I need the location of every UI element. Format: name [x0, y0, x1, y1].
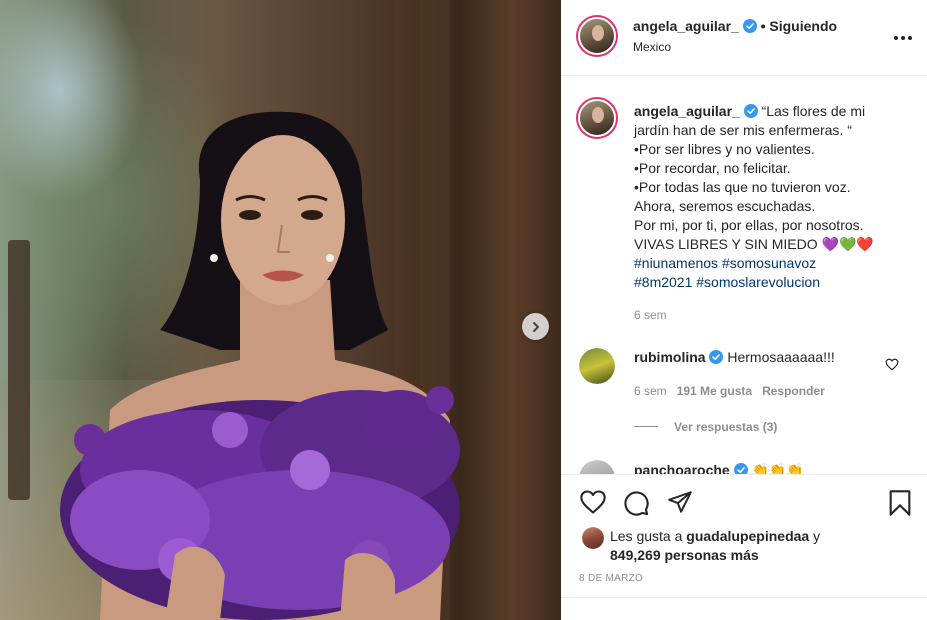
- verified-badge-icon: [733, 463, 748, 474]
- comment-icon[interactable]: [622, 489, 650, 517]
- view-replies-button[interactable]: Ver respuestas (3): [634, 420, 777, 434]
- likes-joiner: y: [813, 528, 821, 544]
- post-date[interactable]: 8 DE MARZO: [579, 573, 643, 584]
- post-location[interactable]: Mexico: [633, 40, 671, 54]
- verified-badge-icon: [742, 19, 757, 33]
- caption-text-line: VIVAS LIBRES Y SIN MIEDO 💜💚❤️: [634, 235, 914, 254]
- header-user-line: angela_aguilar_ • Siguiendo: [633, 18, 837, 34]
- comment-username[interactable]: rubimolina: [634, 349, 706, 365]
- caption-avatar[interactable]: [576, 97, 618, 139]
- comment-like-icon[interactable]: [885, 358, 899, 371]
- comment-meta: 6 sem 191 Me gusta Responder: [634, 384, 825, 398]
- likes-prefix: Les gusta a: [610, 528, 683, 544]
- caption-text-line: Ahora, seremos escuchadas.: [634, 198, 816, 214]
- comment-timestamp[interactable]: 6 sem: [634, 384, 667, 398]
- post-actions: Les gusta a guadalupepinedaa y 849,269 p…: [561, 474, 927, 620]
- comment-text: Hermosaaaaaa!!!: [727, 349, 835, 365]
- liker-avatar[interactable]: [582, 527, 604, 549]
- comment-username[interactable]: panchoaroche: [634, 462, 730, 474]
- comment-likes[interactable]: 191 Me gusta: [677, 384, 752, 398]
- photo-subject: [60, 111, 460, 620]
- likes-summary: Les gusta a guadalupepinedaa y 849,269 p…: [610, 527, 820, 565]
- caption-username[interactable]: angela_aguilar_: [634, 103, 740, 119]
- caption-text-line: VIVAS LIBRES Y SIN MIEDO: [634, 236, 818, 252]
- caption-avatar-image: [578, 99, 616, 137]
- next-photo-button[interactable]: [522, 313, 549, 340]
- replies-divider: [634, 426, 658, 427]
- comments-section[interactable]: angela_aguilar_ “Las flores de mi jardín…: [561, 76, 927, 474]
- likes-count[interactable]: 849,269 personas más: [610, 547, 759, 563]
- follow-status[interactable]: • Siguiendo: [761, 18, 837, 34]
- author-avatar[interactable]: [576, 15, 618, 57]
- chevron-right-icon: [532, 321, 539, 332]
- caption-text-line: •Por ser libres y no valientes.: [634, 141, 815, 157]
- share-icon[interactable]: [666, 489, 694, 515]
- caption-text-line: jardín han de ser mis enfermeras. “: [634, 122, 852, 138]
- heart-icon[interactable]: [579, 489, 607, 515]
- liker-username[interactable]: guadalupepinedaa: [686, 528, 809, 544]
- caption-hashtags[interactable]: #niunamenos #somosunavoz: [634, 254, 914, 273]
- verified-badge-icon: [743, 104, 758, 118]
- bookmark-icon[interactable]: [887, 489, 913, 517]
- author-avatar-image: [578, 17, 616, 55]
- liker-avatar-image: [582, 527, 604, 549]
- more-options-icon[interactable]: [891, 28, 915, 48]
- comment-text: 👏👏👏: [751, 462, 804, 474]
- caption-text-line: “Las flores de mi: [761, 103, 866, 119]
- caption-hashtags[interactable]: #8m2021 #somoslarevolucion: [634, 273, 914, 292]
- post-photo[interactable]: [0, 0, 561, 620]
- caption-timestamp[interactable]: 6 sem: [634, 308, 667, 322]
- verified-badge-icon: [709, 350, 724, 364]
- caption-emoji: 💜💚❤️: [821, 236, 874, 252]
- caption-text-line: •Por recordar, no felicitar.: [634, 160, 791, 176]
- post-header: angela_aguilar_ • Siguiendo Mexico: [561, 0, 927, 76]
- commenter-avatar-image: [579, 460, 615, 474]
- caption: angela_aguilar_ “Las flores de mi jardín…: [634, 102, 914, 292]
- caption-line-1: angela_aguilar_ “Las flores de mi: [634, 102, 914, 121]
- commenter-avatar-image: [579, 348, 615, 384]
- add-comment-bar[interactable]: [561, 597, 927, 620]
- caption-text-line: •Por todas las que no tuvieron voz.: [634, 179, 851, 195]
- commenter-avatar[interactable]: [579, 348, 615, 384]
- comment: panchoaroche 👏👏👏: [634, 462, 804, 474]
- post-side-panel: angela_aguilar_ • Siguiendo Mexico angel…: [561, 0, 927, 620]
- view-replies-label: Ver respuestas (3): [674, 420, 778, 434]
- commenter-avatar[interactable]: [579, 460, 615, 474]
- reply-button[interactable]: Responder: [762, 384, 825, 398]
- caption-text-line: Por mi, por ti, por ellas, por nosotros.: [634, 217, 864, 233]
- comment: rubimolina Hermosaaaaaa!!!: [634, 349, 835, 365]
- author-username[interactable]: angela_aguilar_: [633, 18, 739, 34]
